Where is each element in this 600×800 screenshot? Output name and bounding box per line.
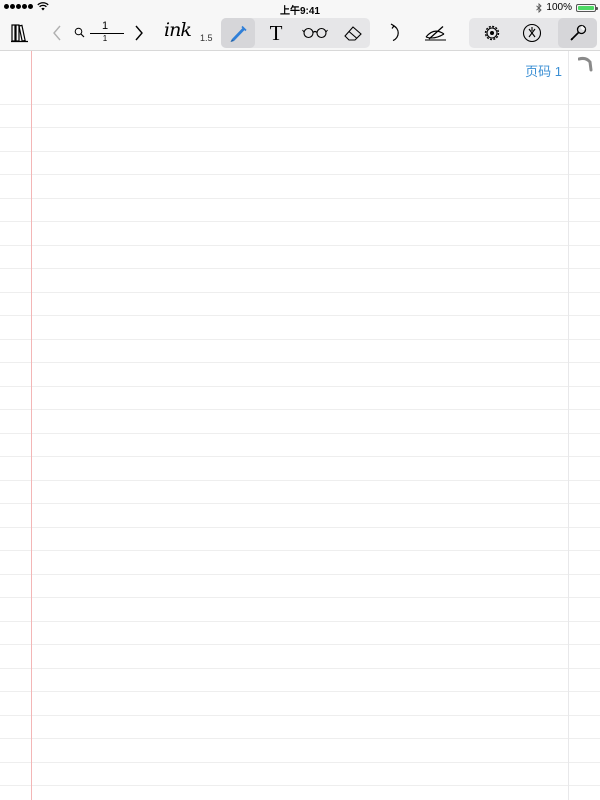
notebook-page[interactable] (0, 51, 600, 800)
chevron-right-icon (135, 25, 143, 41)
read-mode-button[interactable] (297, 16, 333, 50)
margin-line (31, 51, 32, 800)
eraser-icon (344, 26, 362, 41)
status-time: 上午9:41 (279, 6, 320, 17)
text-tool-button[interactable]: T (259, 16, 293, 50)
battery-percent: 100% (546, 2, 572, 13)
bluetooth-icon (536, 2, 543, 13)
toolbar: 1 1 T (0, 16, 600, 51)
text-icon: T (269, 20, 283, 45)
page-corner-icon[interactable] (578, 56, 594, 72)
ink-size: 1.5 (200, 33, 213, 43)
gear-icon (484, 25, 500, 41)
glasses-icon (302, 27, 328, 39)
page-header-area (0, 51, 600, 104)
page-indicator[interactable]: 1 1 (74, 16, 128, 50)
status-right: 100% (536, 2, 598, 13)
right-edge-line (568, 51, 569, 800)
tools-settings-button[interactable] (514, 16, 550, 50)
compass-icon (522, 23, 542, 43)
ink-label: ink (164, 19, 192, 41)
page-current: 1 (101, 20, 109, 32)
page-total: 1 (102, 34, 108, 43)
undo-icon (390, 23, 399, 42)
library-button[interactable] (8, 16, 32, 50)
search-icon (74, 27, 85, 38)
undo-button[interactable] (384, 16, 408, 50)
battery-fill (578, 5, 594, 10)
hide-pen-button[interactable] (422, 16, 450, 50)
wrench-icon (569, 24, 586, 41)
next-page-button[interactable] (130, 16, 148, 50)
page-number-label: 页码 1 (525, 64, 562, 79)
page-settings-button[interactable] (474, 16, 510, 50)
eye-pen-icon (425, 26, 446, 41)
battery-icon (576, 3, 598, 12)
books-icon (11, 24, 28, 43)
pen-icon (230, 25, 247, 42)
app-settings-button[interactable] (558, 16, 597, 50)
prev-page-button[interactable] (48, 16, 66, 50)
eraser-tool-button[interactable] (336, 16, 370, 50)
pen-tool-button[interactable] (221, 16, 255, 50)
status-bar: 上午9:41 100% (0, 0, 600, 17)
chevron-left-icon (53, 25, 61, 41)
